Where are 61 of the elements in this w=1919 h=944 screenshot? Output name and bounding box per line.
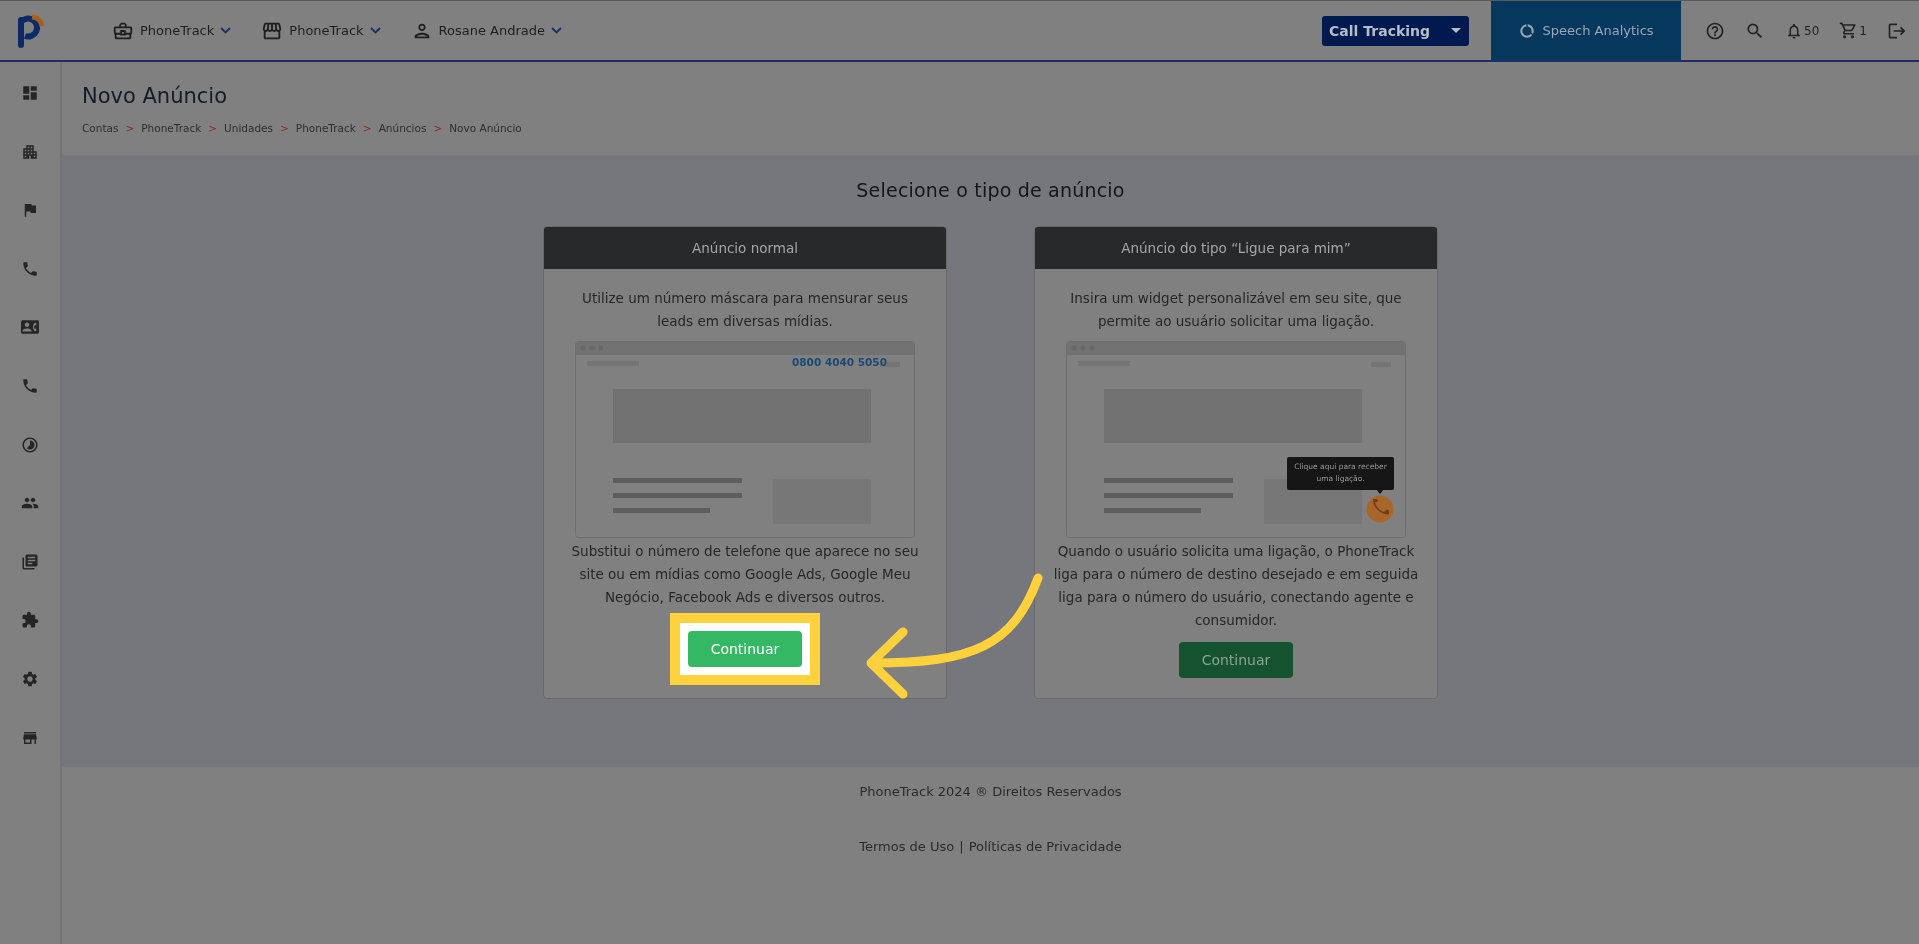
breadcrumb-separator: > — [362, 122, 372, 134]
sidebar-button[interactable] — [21, 84, 39, 102]
sidebar-button[interactable] — [21, 611, 39, 630]
breadcrumb-separator: > — [280, 122, 289, 134]
top-menu[interactable]: Rosane Andrade — [410, 19, 563, 42]
puzzle-icon — [21, 611, 39, 630]
circle-dial-icon — [21, 435, 39, 454]
cart-icon — [1839, 21, 1859, 40]
caret-icon — [1451, 28, 1462, 33]
sidebar-button[interactable] — [21, 259, 39, 278]
card-description: Substitui o número de telefone que aparece no seu site ou em mídias como Google Ads, Google Meu Negócio, Facebook Ads e diversos outros. — [570, 542, 920, 607]
breadcrumb-separator: > — [433, 122, 443, 134]
breadcrumb-link[interactable]: PhoneTrack — [295, 122, 356, 134]
card-description: Quando o usuário solicita uma ligação, o PhoneTrack liga para o número de destino desejado e em seguida liga para o número do usuário, conectando agente e consumidor. — [1053, 542, 1419, 630]
footer-link[interactable]: Políticas de Privacidade — [968, 839, 1122, 854]
sidebar-button[interactable] — [21, 376, 39, 395]
page-title: Novo Anúncio — [82, 84, 229, 108]
call-button-icon — [1366, 489, 1394, 523]
notifications-button[interactable]: 50 — [1785, 21, 1820, 40]
link-separator: | — [959, 839, 964, 854]
continue-button[interactable]: Continuar — [688, 631, 802, 667]
help-button[interactable] — [1705, 20, 1726, 41]
card-header: Anúncio normal — [544, 227, 946, 269]
phone-number: 0800 4040 5050 — [792, 356, 887, 368]
sidebar-button[interactable] — [21, 435, 39, 454]
cart-button[interactable]: 1 — [1839, 21, 1867, 40]
footer-link[interactable]: Termos de Uso — [859, 839, 955, 854]
breadcrumb-link[interactable]: Unidades — [224, 122, 274, 134]
dial-icon — [1518, 22, 1535, 39]
breadcrumb-current: Novo Anúncio — [449, 122, 522, 134]
speech-analytics-button[interactable]: Speech Analytics — [1491, 1, 1682, 60]
continue-button[interactable]: Continuar — [1179, 642, 1293, 678]
chevron-down-icon — [220, 27, 232, 34]
document-list-icon — [21, 552, 39, 571]
chevron-down-icon — [551, 27, 563, 34]
chevron-down-icon — [369, 27, 381, 34]
breadcrumb-separator: > — [125, 122, 135, 134]
card-intro: Insira um widget personalizável em seu site, que permite ao usuário solicitar uma ligação. — [1069, 289, 1403, 331]
top-menu[interactable]: PhoneTrack — [112, 19, 232, 42]
breadcrumb-separator: > — [208, 122, 218, 134]
phone-icon — [21, 376, 39, 395]
phone-icon — [21, 259, 39, 278]
logo-icon — [16, 13, 46, 48]
top-menu[interactable]: PhoneTrack — [261, 19, 381, 42]
sidebar-button[interactable] — [21, 142, 39, 161]
card-header: Anúncio do tipo “Ligue para mim” — [1035, 227, 1437, 269]
contact-card-icon — [21, 318, 39, 337]
dashboard-icon — [21, 84, 39, 102]
building-icon — [21, 142, 39, 161]
sidebar-button[interactable] — [21, 669, 39, 688]
breadcrumb-link[interactable]: Anúncios — [378, 122, 427, 134]
settings-icon — [21, 669, 39, 688]
help-icon — [1705, 20, 1726, 41]
card-intro: Utilize um número máscara para mensurar seus leads em diversas mídias. — [581, 289, 909, 331]
breadcrumb-link[interactable]: PhoneTrack — [141, 122, 202, 134]
section-title: Selecione o tipo de anúncio — [856, 179, 1125, 201]
breadcrumb-link[interactable]: Contas — [82, 122, 119, 134]
sidebar-button[interactable] — [21, 318, 39, 337]
product-select[interactable]: Call Tracking — [1322, 15, 1470, 46]
sidebar-button[interactable] — [21, 552, 39, 571]
copyright-text: PhoneTrack 2024 ® Direitos Reservados — [859, 784, 1122, 799]
